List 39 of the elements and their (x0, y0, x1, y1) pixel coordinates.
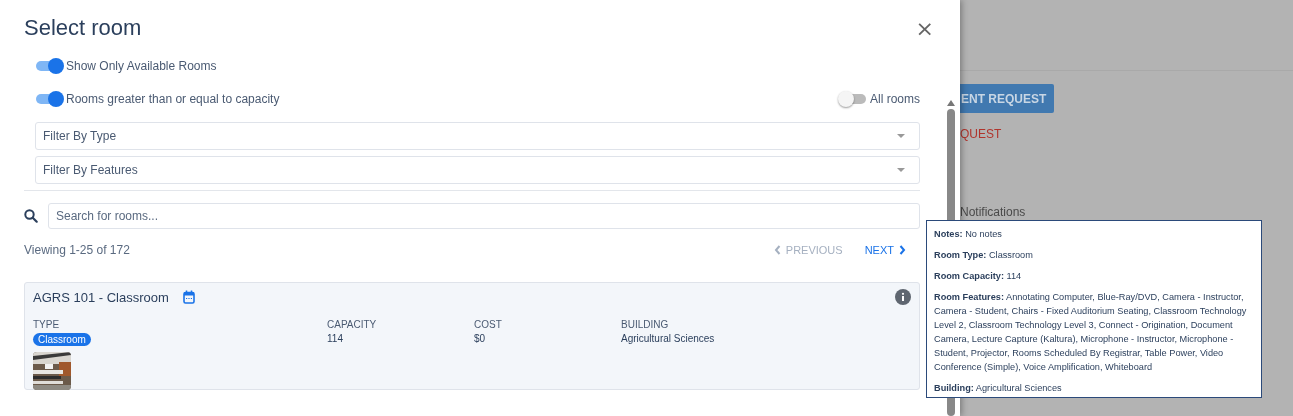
scroll-up-icon[interactable] (947, 100, 955, 106)
column-heading: BUILDING (621, 319, 669, 330)
next-button[interactable]: NEXT (864, 244, 906, 256)
toggle-switch[interactable] (36, 94, 62, 104)
toggle-switch[interactable] (36, 61, 62, 71)
type-badge: Classroom (33, 333, 91, 346)
detail-line: Room Type: Classroom (934, 249, 1034, 262)
request-link[interactable]: QUEST (960, 127, 1002, 141)
room-name: AGRS 101 - Classroom (33, 289, 169, 305)
column-heading: COST (474, 319, 502, 330)
toggle-label: Show Only Available Rooms (66, 59, 217, 73)
chevron-right-icon (899, 245, 906, 255)
close-button[interactable]: × (911, 15, 938, 41)
search-icon (24, 209, 38, 223)
request-button[interactable]: ENT REQUEST (960, 84, 1055, 113)
chevron-left-icon (773, 245, 781, 255)
calendar-icon[interactable] (182, 290, 195, 304)
info-icon[interactable] (895, 289, 911, 305)
column-value: Agricultural Sciences (621, 333, 715, 344)
toggle-switch[interactable] (840, 94, 866, 104)
filter-dropdown[interactable]: Filter By Features (35, 156, 920, 184)
results-count: Viewing 1-25 of 172 (24, 243, 130, 257)
column-heading: TYPE (33, 319, 60, 330)
detail-line: Building: Agricultural Sciences (934, 382, 1063, 395)
detail-line: Room Features: Annotating Computer, Blue-Ray/DVD, Camera - Instructor, Camera - Student, Chairs - Fixed Auditorium Seating, Classroom Technology Level 2, Classroom Technology Level 3, Connect - Origination, Document Camera, Lecture Capture (Kaltura), Microphone - Instructor, Microphone - Student, Projector, Rooms Scheduled By Registrar, Table Power, Video Conference (Simple), Voice Amplification, Whiteboard (934, 291, 1248, 374)
room-card[interactable]: AGRS 101 - Classroom TYPE Classroom CAPACITY 114 COST $0 BUILDING Agricultural Sciences (24, 282, 920, 390)
column-heading: CAPACITY (327, 319, 377, 330)
caret-icon (897, 134, 905, 138)
detail-line: Room Capacity: 114 (934, 270, 1023, 283)
column-value: 114 (327, 333, 343, 344)
toggle-label: All rooms (870, 92, 920, 106)
toggle-label: Rooms greater than or equal to capacity (66, 92, 280, 106)
section-heading: Notifications (960, 205, 1026, 219)
dialog-title: Select room (24, 15, 142, 41)
search-field[interactable]: Search for rooms... (48, 203, 920, 229)
filter-dropdown[interactable]: Filter By Type (35, 122, 920, 150)
detail-line: Notes: No notes (934, 228, 1003, 241)
column-value: $0 (474, 333, 486, 344)
caret-icon (897, 168, 905, 172)
